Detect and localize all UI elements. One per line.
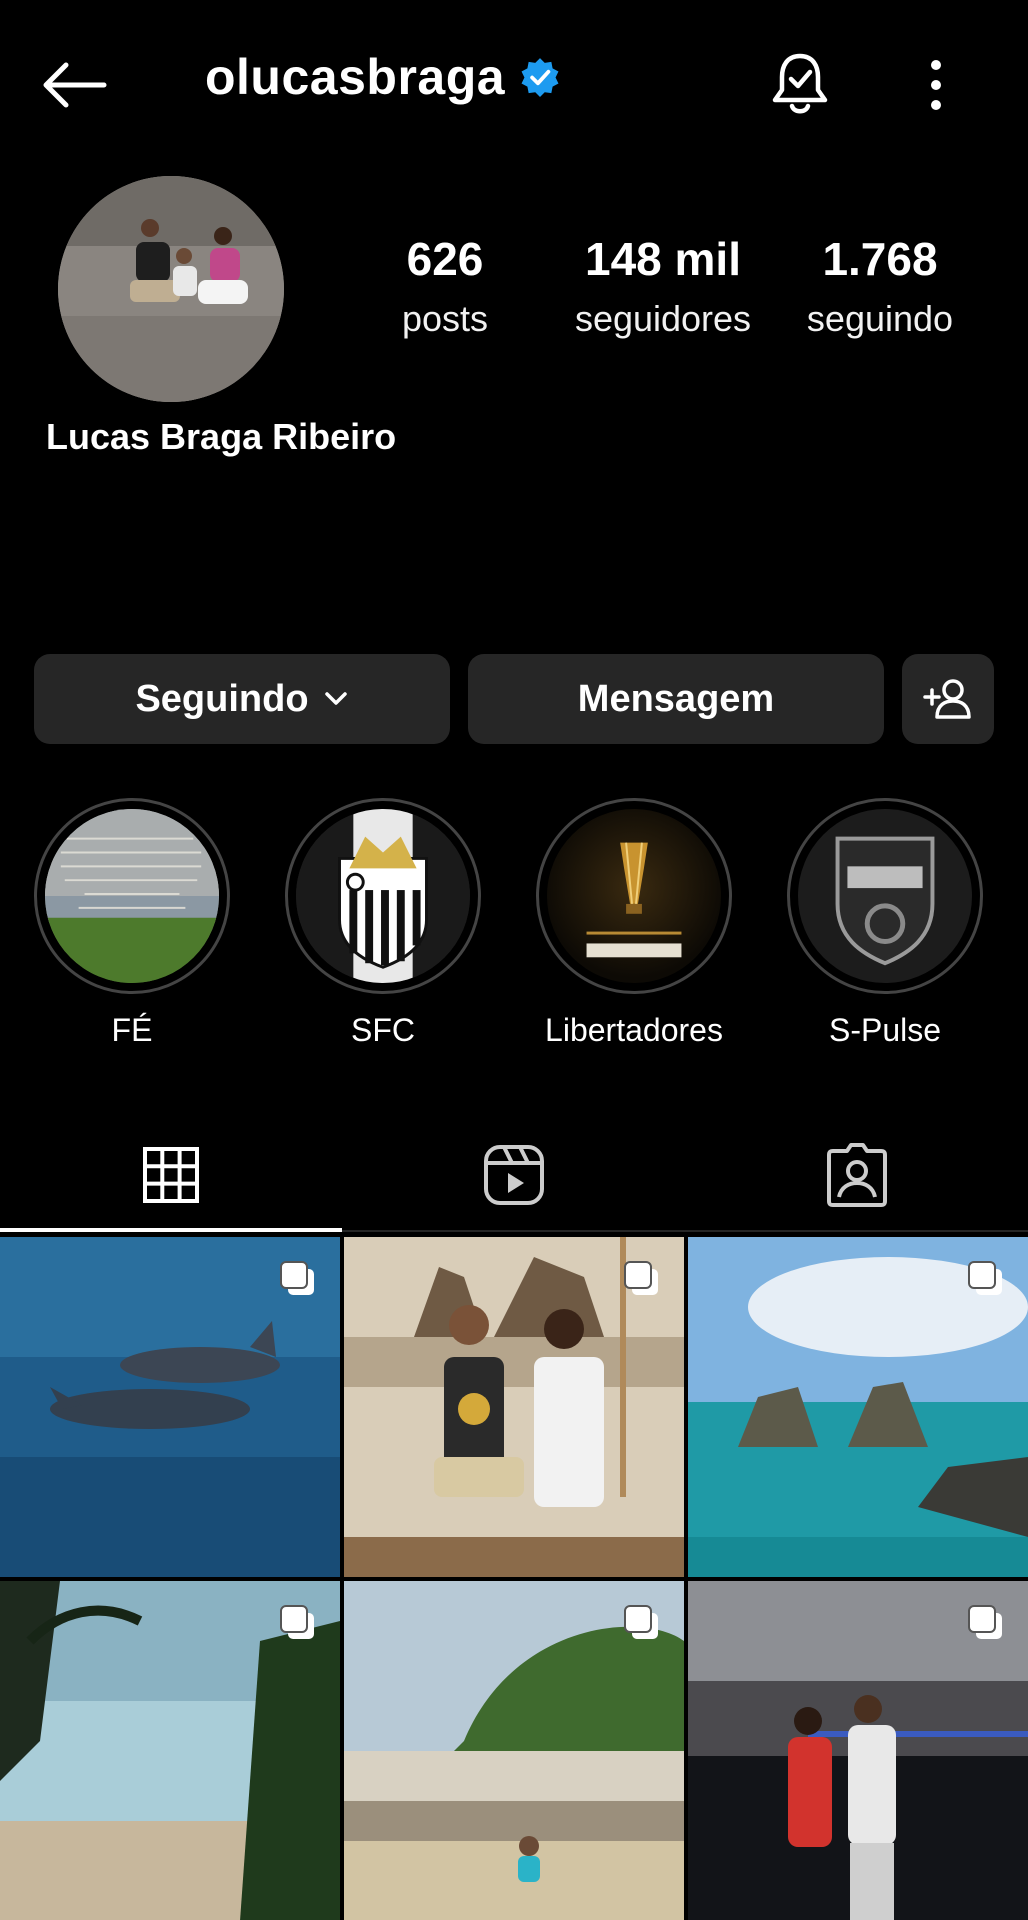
profile-header: olucasbraga (0, 0, 1028, 170)
more-vertical-icon (931, 60, 941, 110)
s-pulse-crest-icon (835, 836, 935, 966)
highlight-cover (45, 809, 219, 983)
carousel-icon (624, 1605, 658, 1639)
following-stat[interactable]: 1.768 seguindo (788, 232, 972, 340)
following-button[interactable]: Seguindo (34, 654, 450, 744)
add-person-icon (923, 679, 971, 719)
more-options-button[interactable] (918, 55, 954, 115)
notifications-button[interactable] (770, 50, 830, 118)
tab-reels[interactable] (343, 1120, 685, 1230)
highlight-cover (547, 809, 721, 983)
username-text: olucasbraga (205, 49, 506, 105)
post-thumbnail[interactable] (0, 1581, 340, 1920)
bell-check-icon (772, 53, 828, 114)
highlight-label: Libertadores (545, 1012, 723, 1048)
message-button-label: Mensagem (577, 677, 775, 720)
post-thumbnail[interactable] (344, 1237, 684, 1577)
posts-stat[interactable]: 626 posts (380, 232, 510, 340)
following-label: seguindo (806, 298, 954, 339)
suggest-people-button[interactable] (902, 654, 994, 744)
highlight-ring (285, 798, 481, 994)
arrow-left-icon (43, 62, 107, 108)
reels-icon (484, 1145, 544, 1205)
carousel-icon (968, 1605, 1002, 1639)
active-tab-indicator (0, 1228, 342, 1232)
profile-full-name: Lucas Braga Ribeiro (46, 416, 397, 457)
followers-count: 148 mil (585, 233, 741, 285)
posts-label: posts (401, 298, 489, 339)
back-button[interactable] (40, 55, 120, 115)
tab-tagged[interactable] (686, 1120, 1028, 1230)
highlight-label: FÉ (111, 1012, 153, 1048)
followers-label: seguidores (574, 298, 752, 339)
chevron-down-icon (324, 692, 347, 705)
post-thumbnail[interactable] (0, 1237, 340, 1577)
carousel-icon (280, 1605, 314, 1639)
carousel-icon (624, 1261, 658, 1295)
profile-tabs (0, 1120, 1028, 1232)
highlight-ring (536, 798, 732, 994)
highlight-libertadores[interactable]: Libertadores (536, 798, 732, 1049)
avatar-photo (58, 176, 284, 402)
carousel-icon (280, 1261, 314, 1295)
message-button[interactable]: Mensagem (468, 654, 884, 744)
profile-username: olucasbraga (205, 48, 561, 106)
following-button-label: Seguindo (135, 677, 309, 720)
grid-icon (143, 1147, 199, 1203)
posts-count: 626 (406, 233, 484, 285)
highlight-s-pulse[interactable]: S-Pulse (787, 798, 983, 1049)
santos-crest-icon (296, 809, 470, 983)
post-thumbnail[interactable] (688, 1237, 1028, 1577)
verified-badge-icon (521, 58, 559, 97)
highlight-label: S-Pulse (828, 1012, 942, 1048)
scripture-cover-image (45, 809, 219, 983)
post-thumbnail[interactable] (688, 1581, 1028, 1920)
libertadores-trophy-icon (586, 842, 682, 958)
highlight-cover (798, 809, 972, 983)
highlight-fe[interactable]: FÉ (34, 798, 230, 1049)
followers-stat[interactable]: 148 mil seguidores (555, 232, 771, 340)
highlight-cover (296, 809, 470, 983)
profile-avatar[interactable] (58, 176, 284, 402)
post-thumbnail[interactable] (344, 1581, 684, 1920)
tab-grid[interactable] (0, 1120, 342, 1232)
following-count: 1.768 (822, 233, 938, 285)
carousel-icon (968, 1261, 1002, 1295)
highlight-ring (34, 798, 230, 994)
tagged-icon (827, 1143, 887, 1207)
highlight-sfc[interactable]: SFC (285, 798, 481, 1049)
highlight-label: SFC (351, 1012, 415, 1048)
highlight-ring (787, 798, 983, 994)
